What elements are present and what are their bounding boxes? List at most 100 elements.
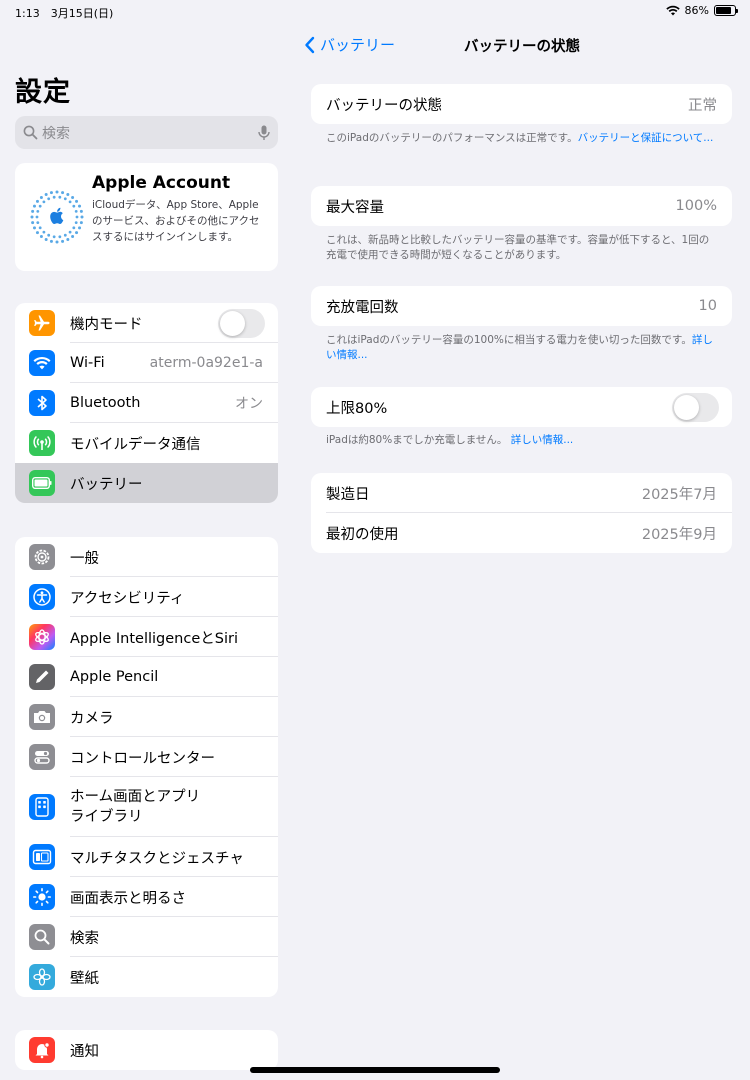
toggle-knob — [674, 394, 699, 420]
sidebar-item-apple-pencil[interactable]: Apple Pencil — [15, 657, 278, 697]
charge-limit-toggle[interactable] — [672, 392, 719, 422]
battery-dates-card: 製造日 2025年7月 最初の使用 2025年9月 — [311, 473, 732, 553]
sidebar-item-general[interactable]: 一般 — [15, 537, 278, 577]
charge-limit-card: 上限80% — [311, 387, 732, 427]
toggle-knob — [220, 310, 245, 336]
max-capacity-value: 100% — [675, 198, 717, 214]
sidebar-item-wifi[interactable]: Wi-Fi aterm-0a92e1-a — [15, 343, 278, 383]
antenna-icon — [29, 430, 55, 456]
row-label: 最初の使用 — [326, 526, 399, 543]
notification-icon — [29, 1037, 55, 1063]
cycle-count-value: 10 — [698, 298, 717, 314]
avatar-dot — [44, 238, 48, 242]
avatar-dot — [49, 191, 53, 195]
avatar-dot — [35, 199, 39, 203]
avatar-dot — [47, 233, 51, 237]
battery-health-card: バッテリーの状態 正常 — [311, 84, 732, 124]
avatar-dot — [68, 230, 72, 234]
sidebar-item-cellular[interactable]: モバイルデータ通信 — [15, 423, 278, 463]
chevron-left-icon — [305, 36, 315, 53]
avatar-dot — [75, 231, 79, 235]
avatar-dot — [63, 233, 67, 237]
row-label: 製造日 — [326, 486, 370, 503]
sidebar-item-airplane-mode[interactable]: 機内モード — [15, 303, 278, 343]
sidebar-title: 設定 — [15, 77, 71, 108]
avatar-dot — [79, 209, 83, 213]
sidebar-item-home-screen[interactable]: ホーム画面とアプリライブラリ — [15, 777, 278, 837]
sidebar-item-display-brightness[interactable]: 画面表示と明るさ — [15, 877, 278, 917]
sidebar-item-label: 検索 — [70, 930, 99, 947]
apple-intelligence-icon — [29, 624, 55, 650]
gear-icon — [29, 544, 55, 570]
sidebar-item-camera[interactable]: カメラ — [15, 697, 278, 737]
battery-health-row: バッテリーの状態 正常 — [311, 84, 732, 124]
avatar-dot — [58, 235, 62, 239]
sidebar-item-label: ホーム画面とアプリライブラリ — [70, 789, 201, 825]
back-button[interactable]: バッテリー — [304, 34, 395, 55]
control-center-icon — [29, 744, 55, 770]
sidebar-item-wallpaper[interactable]: 壁紙 — [15, 957, 278, 997]
airplane-mode-toggle[interactable] — [218, 308, 265, 338]
home-indicator[interactable] — [250, 1067, 500, 1073]
avatar-dot — [74, 209, 78, 213]
sidebar-item-apple-intelligence-siri[interactable]: Apple IntelligenceとSiri — [15, 617, 278, 657]
row-label: バッテリーの状態 — [326, 97, 442, 114]
back-label: バッテリー — [320, 36, 396, 54]
sidebar-item-label: 通知 — [70, 1043, 99, 1060]
avatar-dot — [36, 209, 40, 213]
avatar-dot — [71, 195, 75, 199]
battery-health-pane: バッテリー バッテリーの状態 バッテリーの状態 正常 このiPadのバッテリーの… — [292, 0, 750, 1080]
avatar-dot — [39, 195, 43, 199]
sidebar-item-label: 機内モード — [70, 316, 143, 333]
microphone-icon[interactable] — [258, 125, 270, 141]
avatar-dot — [68, 200, 72, 204]
sidebar-item-label: マルチタスクとジェスチャ — [70, 850, 244, 867]
apple-account-card[interactable]: Apple Account iCloudデータ、App Store、Appleの… — [15, 163, 278, 271]
battery-icon — [29, 470, 55, 496]
apple-account-avatar-icon — [29, 189, 85, 245]
bluetooth-icon — [29, 390, 55, 416]
avatar-dot — [52, 195, 56, 199]
avatar-dot — [42, 230, 46, 234]
avatar-dot — [31, 221, 35, 225]
cycle-count-note: これはiPadのバッテリー容量の100%に相当する電力を使い切った回数です。詳し… — [326, 333, 716, 363]
battery-health-note: このiPadのバッテリーのパフォーマンスは正常です。バッテリーと保証について..… — [326, 131, 716, 146]
row-label: 上限80% — [326, 400, 388, 417]
avatar-dot — [80, 215, 84, 219]
sidebar-item-label: コントロールセンター — [70, 750, 215, 767]
first-use-row: 最初の使用 2025年9月 — [311, 513, 732, 553]
max-capacity-row: 最大容量 100% — [311, 186, 732, 226]
avatar-dot — [78, 204, 82, 208]
battery-health-value: 正常 — [688, 97, 717, 114]
sidebar-item-bluetooth[interactable]: Bluetooth オン — [15, 383, 278, 423]
avatar-dot — [75, 215, 79, 219]
avatar-dot — [31, 209, 35, 213]
sidebar-item-search[interactable]: 検索 — [15, 917, 278, 957]
sidebar-item-label: Bluetooth — [70, 395, 141, 411]
limit-learn-more-link[interactable]: 詳しい情報... — [511, 434, 574, 446]
row-label: 最大容量 — [326, 199, 384, 216]
warranty-link[interactable]: バッテリーと保証について... — [578, 132, 714, 144]
avatar-dot — [30, 215, 34, 219]
charge-limit-row: 上限80% — [311, 387, 732, 427]
sidebar-item-battery[interactable]: バッテリー — [15, 463, 278, 503]
sidebar-item-multitasking[interactable]: マルチタスクとジェスチャ — [15, 837, 278, 877]
avatar-dot — [44, 192, 48, 196]
bluetooth-status: オン — [235, 396, 263, 412]
sidebar-item-notifications[interactable]: 通知 — [15, 1030, 278, 1070]
avatar-dot — [55, 190, 59, 194]
sidebar-item-control-center[interactable]: コントロールセンター — [15, 737, 278, 777]
avatar-dot — [39, 235, 43, 239]
avatar-dot — [72, 226, 76, 230]
sidebar-item-label: Apple Pencil — [70, 669, 159, 685]
page-title: バッテリーの状態 — [464, 39, 580, 55]
sidebar-item-label: カメラ — [70, 710, 114, 727]
search-input[interactable]: 検索 — [15, 116, 278, 149]
sidebar-item-label: アクセシビリティ — [70, 590, 185, 607]
wifi-icon — [29, 350, 55, 376]
avatar-dot — [75, 199, 79, 203]
sidebar-item-label: 一般 — [70, 550, 99, 567]
brightness-icon — [29, 884, 55, 910]
sidebar-item-accessibility[interactable]: アクセシビリティ — [15, 577, 278, 617]
avatar-dot — [74, 221, 78, 225]
